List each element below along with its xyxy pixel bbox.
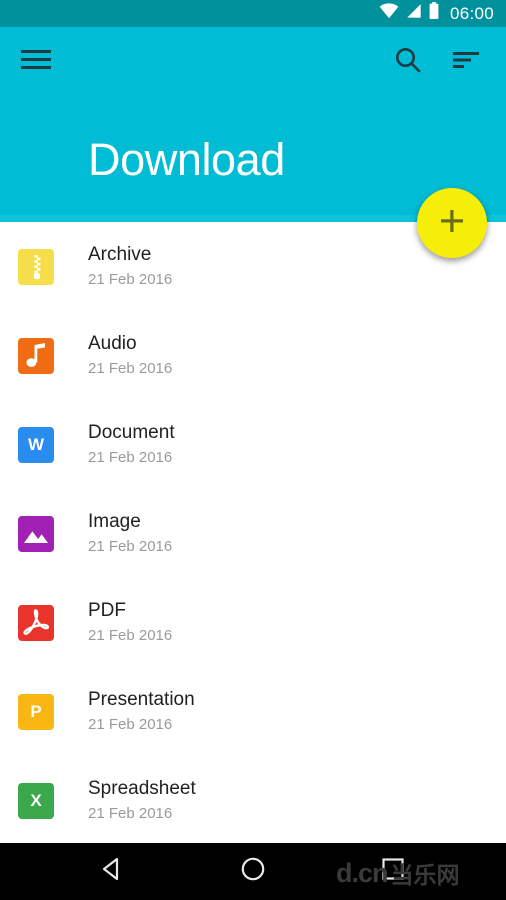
plus-icon [439,208,465,239]
list-item-date: 21 Feb 2016 [88,359,173,377]
list-item[interactable]: X Spreadsheet 21 Feb 2016 [0,756,506,843]
add-fab-button[interactable] [417,188,487,258]
list-item-title: Document [88,422,175,444]
list-item-date: 21 Feb 2016 [88,537,173,555]
audio-music-icon [18,337,54,374]
powerpoint-icon: P [18,693,54,730]
powerpoint-letter: P [30,702,42,721]
list-item-text: Document 21 Feb 2016 [88,421,175,467]
excel-letter: X [30,791,42,810]
home-circle-icon [240,856,266,887]
nav-home-button[interactable] [213,843,293,900]
hamburger-menu-icon [21,49,51,75]
list-item-text: Image 21 Feb 2016 [88,510,172,556]
status-bar: 06:00 [0,0,506,27]
word-document-icon: W [18,426,54,463]
phone-screen: 06:00 Download Archive 21 Feb 2016 Audio… [0,0,506,900]
toolbar [0,27,506,97]
list-item-date: 21 Feb 2016 [88,448,173,466]
page-title: Download [88,134,285,185]
back-triangle-icon [99,856,125,887]
wifi-icon [379,3,399,24]
list-item-title: Audio [88,333,137,355]
list-item-title: Archive [88,244,152,266]
search-icon [395,47,421,78]
nav-back-button[interactable] [72,843,152,900]
status-bar-clock: 06:00 [449,4,494,23]
cellular-signal-icon [406,3,422,24]
list-item-text: Archive 21 Feb 2016 [88,243,172,289]
list-item-title: Spreadsheet [88,778,196,800]
list-item-date: 21 Feb 2016 [88,804,173,822]
hamburger-menu-button[interactable] [8,34,64,90]
list-item-date: 21 Feb 2016 [88,270,173,288]
app-header: Download [0,27,506,222]
battery-icon [429,2,439,25]
list-item-text: Audio 21 Feb 2016 [88,332,172,378]
file-list[interactable]: Archive 21 Feb 2016 Audio 21 Feb 2016 W … [0,222,506,843]
image-photo-icon [18,515,54,552]
list-item[interactable]: PDF 21 Feb 2016 [0,578,506,667]
list-item-date: 21 Feb 2016 [88,626,173,644]
sort-icon [453,50,479,75]
list-item-title: Image [88,511,141,533]
system-navigation-bar [0,843,506,900]
excel-icon: X [18,782,54,819]
recents-square-icon [380,856,406,887]
list-item-text: Presentation 21 Feb 2016 [88,688,195,734]
list-item-title: PDF [88,600,126,622]
sort-button[interactable] [438,34,494,90]
word-letter: W [27,435,45,454]
list-item[interactable]: W Document 21 Feb 2016 [0,400,506,489]
list-item[interactable]: P Presentation 21 Feb 2016 [0,667,506,756]
list-item[interactable]: Image 21 Feb 2016 [0,489,506,578]
list-item-text: PDF 21 Feb 2016 [88,599,172,645]
list-item-text: Spreadsheet 21 Feb 2016 [88,777,196,823]
archive-zip-icon [18,248,54,285]
list-item-title: Presentation [88,689,195,711]
search-button[interactable] [380,34,436,90]
list-item[interactable]: Audio 21 Feb 2016 [0,311,506,400]
list-item-date: 21 Feb 2016 [88,715,173,733]
nav-recents-button[interactable] [353,843,433,900]
pdf-icon [18,604,54,641]
